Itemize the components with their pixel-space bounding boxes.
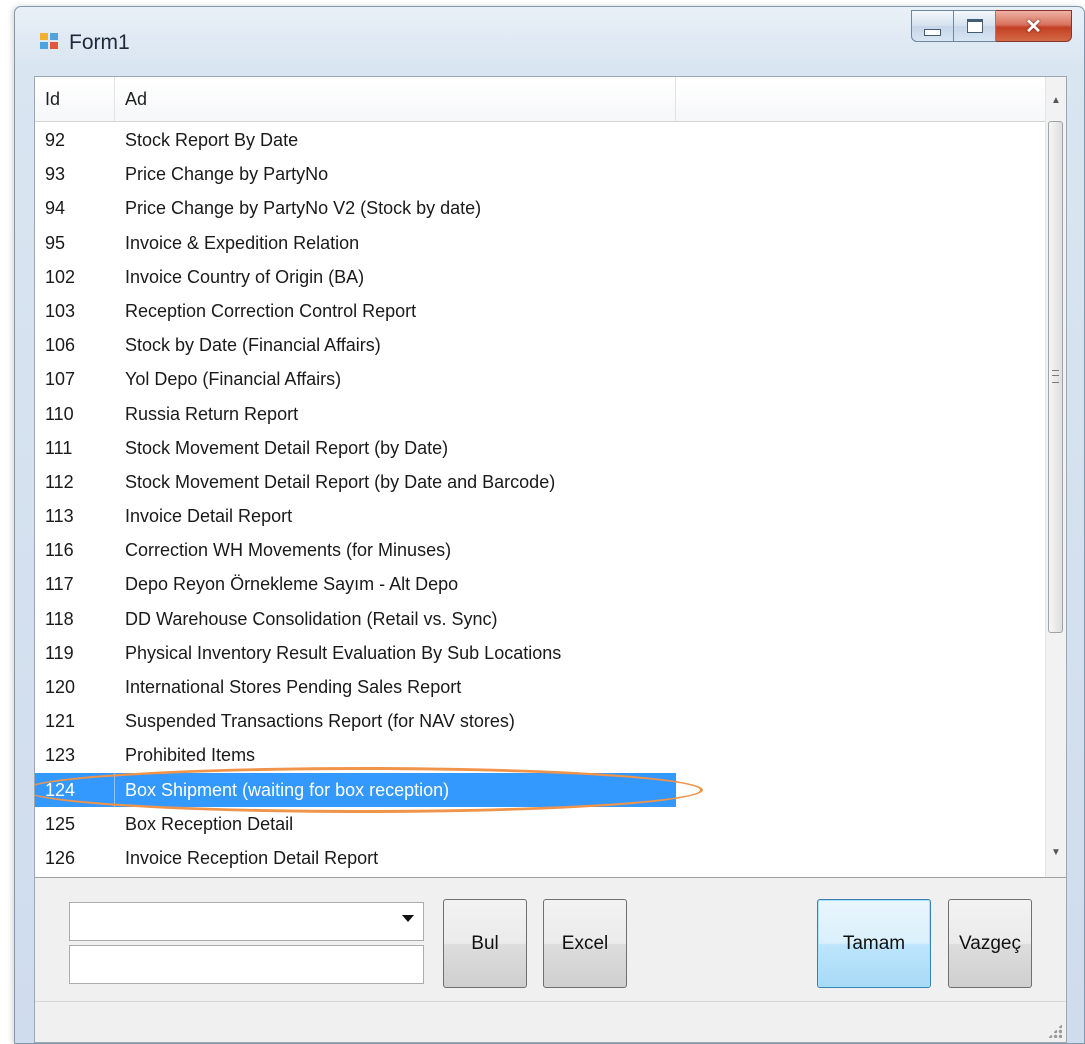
cell-ad: Invoice Country of Origin (BA) xyxy=(125,266,365,287)
cell-ad: Invoice Reception Detail Report xyxy=(125,847,379,868)
list-column-header: Id Ad xyxy=(35,77,1046,122)
cell-id: 126 xyxy=(45,847,76,868)
column-header-id[interactable]: Id xyxy=(35,77,115,121)
list-item[interactable]: 102 Invoice Country of Origin (BA) xyxy=(35,260,1046,294)
list-item[interactable]: 94 Price Change by PartyNo V2 (Stock by d… xyxy=(35,191,1046,225)
cell-id: 112 xyxy=(45,471,74,492)
cell-id: 92 xyxy=(45,130,66,150)
cell-id: 102 xyxy=(45,266,76,287)
size-grip-icon[interactable] xyxy=(1048,1024,1062,1038)
caption-buttons: ✕ xyxy=(911,10,1072,44)
window-title: Form1 xyxy=(69,31,130,54)
column-header-filler xyxy=(676,77,1046,121)
cell-ad: Depo Reyon Örnekleme Sayım - Alt Depo xyxy=(125,574,459,595)
minimize-icon xyxy=(924,28,941,36)
list-item[interactable]: 103 Reception Correction Control Report xyxy=(35,294,1046,328)
vazgec-button[interactable]: Vazgeç xyxy=(948,899,1032,988)
list-item[interactable]: 117 Depo Reyon Örnekleme Sayım - Alt Depo xyxy=(35,567,1046,601)
cell-id: 123 xyxy=(45,745,76,766)
vertical-scrollbar[interactable]: ▲ ▼ xyxy=(1045,77,1066,877)
cell-id: 119 xyxy=(45,642,74,663)
list-rows: 92 Stock Report By Date 93 Price Change by … xyxy=(35,123,1046,875)
report-list[interactable]: Id Ad 92 Stock Report By Date 93 Price Chan… xyxy=(35,77,1066,878)
list-item[interactable]: 118 DD Warehouse Consolidation (Retail vs… xyxy=(35,602,1046,636)
cell-ad: DD Warehouse Consolidation (Retail vs. S… xyxy=(125,608,498,629)
list-item[interactable]: 113 Invoice Detail Report xyxy=(35,499,1046,533)
cell-ad: Stock Report By Date xyxy=(125,130,299,150)
list-item[interactable]: 126 Invoice Reception Detail Report xyxy=(35,841,1046,875)
list-item-selected[interactable]: 124 Box Shipment (waiting for box recepti… xyxy=(35,766,1046,813)
search-input[interactable] xyxy=(69,945,424,984)
cell-ad: Suspended Transactions Report (for NAV s… xyxy=(125,711,515,732)
excel-button[interactable]: Excel xyxy=(543,899,627,988)
cell-id: 111 xyxy=(45,437,73,458)
cell-ad: Russia Return Report xyxy=(125,403,299,424)
list-item[interactable]: 125 Box Reception Detail xyxy=(35,807,1046,841)
list-item[interactable]: 111 Stock Movement Detail Report (by Date… xyxy=(35,431,1046,465)
close-button[interactable]: ✕ xyxy=(996,10,1072,42)
cell-id: 121 xyxy=(45,711,76,732)
list-item[interactable]: 106 Stock by Date (Financial Affairs) xyxy=(35,328,1046,362)
dropdown-arrow-icon[interactable] xyxy=(402,915,414,922)
cell-id: 93 xyxy=(45,164,66,185)
cell-ad: Stock Movement Detail Report (by Date an… xyxy=(125,471,556,492)
list-item[interactable]: 123 Prohibited Items xyxy=(35,738,1046,772)
tamam-button[interactable]: Tamam xyxy=(817,899,931,988)
cell-id: 117 xyxy=(45,574,74,595)
form1-window: Form1 ✕ Id Ad 92 Stock Report By Date 93 Pr… xyxy=(14,6,1085,1044)
cell-ad: Physical Inventory Result Evaluation By … xyxy=(125,642,562,663)
cell-ad: Stock Movement Detail Report (by Date) xyxy=(125,437,449,458)
annotation-ellipse xyxy=(35,766,703,813)
cell-id: 113 xyxy=(45,506,74,527)
maximize-icon xyxy=(966,19,983,33)
list-item[interactable]: 121 Suspended Transactions Report (for NA… xyxy=(35,704,1046,738)
title-bar[interactable]: Form1 ✕ xyxy=(15,7,1084,77)
list-item[interactable]: 95 Invoice & Expedition Relation xyxy=(35,226,1046,260)
list-item[interactable]: 120 International Stores Pending Sales Re… xyxy=(35,670,1046,704)
list-item[interactable]: 112 Stock Movement Detail Report (by Date… xyxy=(35,465,1046,499)
scroll-up-icon[interactable]: ▲ xyxy=(1046,85,1066,115)
filter-combobox[interactable] xyxy=(69,902,424,941)
cell-id: 125 xyxy=(45,813,76,834)
bul-button[interactable]: Bul xyxy=(443,899,527,988)
cell-ad: International Stores Pending Sales Repor… xyxy=(125,677,462,697)
app-icon xyxy=(40,33,60,51)
cell-ad: Invoice Detail Report xyxy=(125,506,293,527)
cell-id: 110 xyxy=(45,403,74,424)
cell-id: 103 xyxy=(45,300,76,321)
cell-ad: Price Change by PartyNo xyxy=(125,164,329,185)
cell-id: 118 xyxy=(45,608,74,629)
cell-ad: Price Change by PartyNo V2 (Stock by dat… xyxy=(125,198,482,219)
cell-id: 95 xyxy=(45,232,66,253)
list-item[interactable]: 110 Russia Return Report xyxy=(35,397,1046,431)
list-item[interactable]: 92 Stock Report By Date xyxy=(35,123,1046,157)
cell-id: 106 xyxy=(45,335,76,356)
cell-id: 116 xyxy=(45,540,74,561)
list-item[interactable]: 116 Correction WH Movements (for Minuses) xyxy=(35,533,1046,567)
cell-id: 94 xyxy=(45,198,66,219)
minimize-button[interactable] xyxy=(911,10,954,42)
status-bar xyxy=(35,1001,1066,1042)
list-item[interactable]: 107 Yol Depo (Financial Affairs) xyxy=(35,362,1046,396)
list-item[interactable]: 93 Price Change by PartyNo xyxy=(35,157,1046,191)
close-icon: ✕ xyxy=(1025,15,1042,38)
scroll-thumb[interactable] xyxy=(1048,121,1063,633)
grip-icon xyxy=(1052,370,1059,383)
form-client-area: Id Ad 92 Stock Report By Date 93 Price Chan… xyxy=(34,76,1067,1043)
list-item[interactable]: 119 Physical Inventory Result Evaluation … xyxy=(35,636,1046,670)
maximize-button[interactable] xyxy=(954,10,996,42)
column-header-ad[interactable]: Ad xyxy=(115,77,676,121)
cell-id: 107 xyxy=(45,369,76,390)
cell-ad: Stock by Date (Financial Affairs) xyxy=(125,335,381,356)
cell-ad: Reception Correction Control Report xyxy=(125,300,417,321)
cell-ad: Yol Depo (Financial Affairs) xyxy=(125,369,342,390)
cell-ad: Invoice & Expedition Relation xyxy=(125,232,360,253)
cell-id: 120 xyxy=(45,677,76,697)
cell-ad: Box Reception Detail xyxy=(125,813,294,834)
cell-ad: Correction WH Movements (for Minuses) xyxy=(125,540,452,561)
scroll-down-icon[interactable]: ▼ xyxy=(1046,837,1066,867)
